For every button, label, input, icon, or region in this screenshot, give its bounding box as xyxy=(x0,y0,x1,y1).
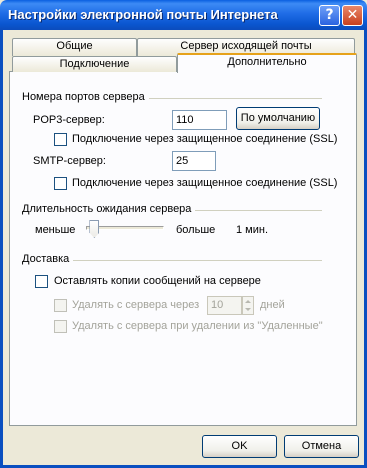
days-label: дней xyxy=(260,299,285,311)
pop3-label: POP3-сервер: xyxy=(33,114,105,126)
timeout-less-label: меньше xyxy=(35,224,76,236)
keep-copies-label: Оставлять копии сообщений на сервере xyxy=(54,275,261,287)
tab-advanced-label: Дополнительно xyxy=(227,56,307,68)
remove-deleted-label: Удалять с сервера при удалении из "Удале… xyxy=(72,320,323,332)
pop3-ssl-label: Подключение через защищенное соединение … xyxy=(72,133,338,145)
remove-after-days-input[interactable]: 10 xyxy=(207,296,242,315)
remove-deleted-checkbox[interactable] xyxy=(54,320,67,333)
spin-up-icon[interactable] xyxy=(245,300,251,303)
cancel-button[interactable]: Отмена xyxy=(284,435,359,458)
timeout-group-title: Длительность ожидания сервера xyxy=(22,203,196,215)
remove-after-label: Удалять с сервера через xyxy=(72,299,200,311)
help-icon: ? xyxy=(325,7,334,23)
smtp-port-input[interactable]: 25 xyxy=(172,151,216,171)
tab-connection-label: Подключение xyxy=(59,58,130,70)
help-button[interactable]: ? xyxy=(319,5,340,26)
window-frame-left xyxy=(0,30,3,468)
default-ports-button[interactable]: По умолчанию xyxy=(236,107,320,130)
tab-general-label: Общие xyxy=(56,40,93,52)
timeout-value: 1 мин. xyxy=(236,224,269,236)
close-icon: ✕ xyxy=(346,7,359,23)
tab-connection[interactable]: Подключение xyxy=(12,56,177,72)
window-title: Настройки электронной почты Интернета xyxy=(8,7,278,22)
pop3-port-input[interactable]: 110 xyxy=(172,110,227,130)
ports-group-title: Номера портов сервера xyxy=(22,91,149,103)
smtp-ssl-checkbox[interactable] xyxy=(54,177,67,190)
timeout-more-label: больше xyxy=(176,224,216,236)
smtp-ssl-label: Подключение через защищенное соединение … xyxy=(72,177,338,189)
keep-copies-checkbox[interactable] xyxy=(35,275,48,288)
spin-down-icon[interactable] xyxy=(245,308,251,311)
tab-outgoing-server-label: Сервер исходящей почты xyxy=(180,40,312,52)
smtp-label: SMTP-сервер: xyxy=(33,155,106,167)
remove-after-checkbox[interactable] xyxy=(54,299,67,312)
close-button[interactable]: ✕ xyxy=(342,5,363,26)
remove-after-days-spinner[interactable] xyxy=(242,296,254,315)
delivery-group-title: Доставка xyxy=(22,253,74,265)
tab-general[interactable]: Общие xyxy=(12,38,137,56)
ok-button[interactable]: OK xyxy=(202,435,277,458)
pop3-ssl-checkbox[interactable] xyxy=(54,133,67,146)
tab-advanced[interactable]: Дополнительно xyxy=(177,53,357,73)
